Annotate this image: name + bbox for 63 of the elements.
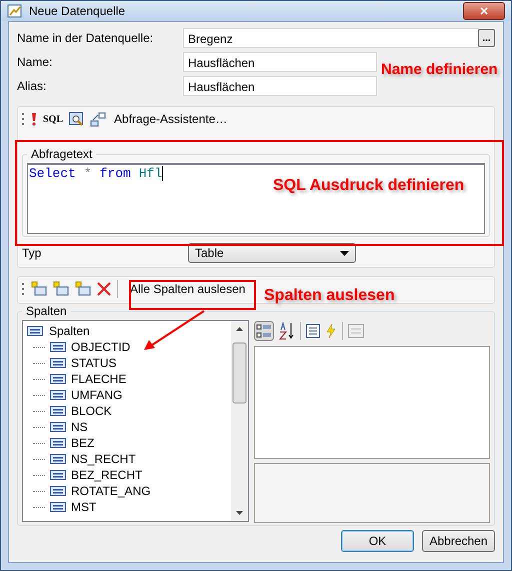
tree-item[interactable]: BEZ_RECHT	[71, 468, 142, 482]
column-icon	[27, 326, 43, 336]
categorized-icon[interactable]	[254, 321, 274, 341]
window-app-icon	[7, 3, 23, 19]
delete-icon[interactable]	[97, 282, 111, 296]
annotation-text: Spalten auslesen	[264, 287, 395, 305]
tree-item[interactable]: OBJECTID	[71, 340, 130, 354]
sort-alphabetical-icon[interactable]	[279, 322, 295, 340]
column-icon	[50, 342, 66, 352]
column-tree[interactable]: Spalten OBJECTID STATUS FLAECHE UMFANG BLOCK NS BEZ NS_RECHT BEZ_RECHT ROTATE_ANG MST	[22, 320, 249, 522]
field-label: Name in der Datenquelle:	[17, 31, 154, 45]
tree-item[interactable]: NS	[71, 420, 88, 434]
wizard-icon[interactable]	[90, 112, 106, 126]
field-label: Typ	[22, 246, 42, 260]
add-column-icon[interactable]	[75, 281, 91, 297]
toolbar-grip-icon	[22, 112, 25, 126]
list-icon[interactable]	[306, 324, 320, 338]
column-icon	[50, 374, 66, 384]
column-icon	[50, 438, 66, 448]
text-field[interactable]: Hausflächen	[183, 76, 377, 96]
annotation-text: Name definieren	[381, 61, 498, 78]
read-columns-button[interactable]: Alle Spalten auslesen	[124, 280, 252, 298]
add-column-icon[interactable]	[53, 281, 69, 297]
toolbar-grip-icon	[22, 282, 25, 296]
window-title: Neue Datenquelle	[29, 4, 126, 18]
column-icon	[50, 470, 66, 480]
tree-item[interactable]: ROTATE_ANG	[71, 484, 151, 498]
tree-item[interactable]: UMFANG	[71, 388, 122, 402]
annotation-text: SQL Ausdruck definieren	[273, 177, 464, 195]
tree-item[interactable]: NS_RECHT	[71, 452, 136, 466]
column-icon	[50, 390, 66, 400]
column-icon	[50, 406, 66, 416]
scrollbar[interactable]	[231, 321, 248, 521]
browse-button[interactable]: ...	[478, 29, 495, 47]
annotation-arrow	[144, 310, 205, 350]
column-icon	[50, 502, 66, 512]
column-icon	[50, 486, 66, 496]
dialog-button[interactable]: Abbrechen	[422, 530, 495, 552]
tree-item[interactable]: FLAECHE	[71, 372, 126, 386]
add-column-icon[interactable]	[31, 281, 47, 297]
field-label: Name:	[17, 55, 54, 69]
property-grid[interactable]	[254, 346, 490, 459]
column-icon	[50, 358, 66, 368]
exclamation-icon[interactable]	[31, 112, 37, 126]
tree-item[interactable]: MST	[71, 500, 96, 514]
tree-item[interactable]: BEZ	[71, 436, 94, 450]
tree-item[interactable]: BLOCK	[71, 404, 112, 418]
column-icon	[50, 454, 66, 464]
tree-item[interactable]: STATUS	[71, 356, 117, 370]
column-icon	[50, 422, 66, 432]
group-title: Spalten	[25, 304, 68, 318]
text-field[interactable]: Bregenz	[183, 28, 479, 48]
text-field[interactable]: Hausflächen	[183, 52, 377, 72]
magnifier-window-icon[interactable]	[69, 112, 84, 126]
caret-icon	[340, 250, 349, 256]
query-wizard-button[interactable]: Abfrage-Assistente…	[112, 112, 230, 126]
tree-item[interactable]: Spalten	[49, 324, 90, 338]
lightning-icon[interactable]	[325, 324, 337, 338]
dialog-button[interactable]: OK	[341, 530, 414, 552]
group-title: Abfragetext	[30, 147, 94, 161]
type-dropdown[interactable]: Table	[188, 243, 356, 263]
field-label: Alias:	[17, 79, 48, 93]
sql-button[interactable]: SQL	[43, 114, 64, 124]
